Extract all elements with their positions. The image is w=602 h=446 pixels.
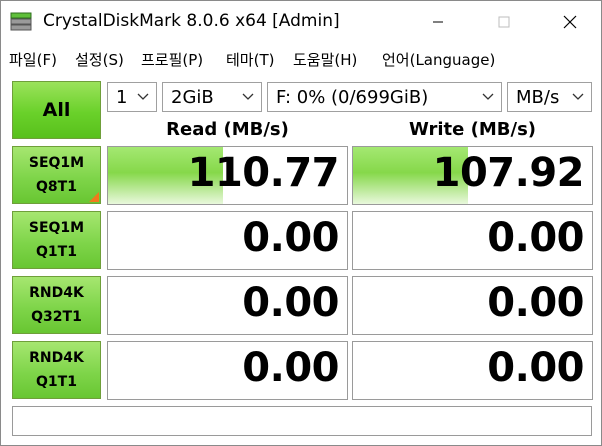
read-result-cell: 110.77: [107, 146, 348, 205]
menu-help[interactable]: 도움말(H): [293, 49, 357, 70]
window-title: CrystalDiskMark 8.0.6 x64 [Admin]: [43, 11, 340, 31]
read-result-value: 0.00: [242, 280, 339, 326]
test-size-select[interactable]: 2GiB: [162, 82, 262, 112]
write-result-cell: 107.92: [352, 146, 593, 205]
maximize-button[interactable]: [481, 1, 527, 43]
menu-settings[interactable]: 설정(S): [75, 49, 124, 70]
read-result-cell: 0.00: [107, 341, 348, 400]
selected-marker: [89, 192, 99, 202]
write-result-cell: 0.00: [352, 276, 593, 335]
test-label-line1: SEQ1M: [28, 220, 85, 236]
write-column-header: Write (MB/s): [408, 119, 537, 140]
test-count-value: 1: [116, 87, 128, 108]
drive-value: F: 0% (0/699GiB): [276, 87, 429, 108]
close-icon: [563, 15, 577, 29]
title-bar[interactable]: CrystalDiskMark 8.0.6 x64 [Admin]: [1, 1, 601, 43]
test-label-line1: RND4K: [29, 285, 84, 301]
read-column-header: Read (MB/s): [166, 119, 289, 140]
test-label-line2: Q1T1: [36, 374, 77, 390]
test-button-seq1m-q8t1[interactable]: SEQ1M Q8T1: [12, 146, 101, 204]
test-button-rnd4k-q1t1[interactable]: RND4K Q1T1: [12, 341, 101, 399]
minimize-icon: [433, 21, 443, 23]
read-result-value: 0.00: [242, 345, 339, 391]
unit-select[interactable]: MB/s: [507, 82, 592, 112]
chevron-down-icon: [137, 93, 149, 100]
menu-file[interactable]: 파일(F): [9, 49, 57, 70]
write-result-value: 0.00: [487, 345, 584, 391]
write-result-value: 107.92: [432, 150, 585, 196]
test-size-value: 2GiB: [171, 87, 214, 108]
app-disk-icon: [10, 12, 32, 31]
test-button-seq1m-q1t1[interactable]: SEQ1M Q1T1: [12, 211, 101, 269]
run-all-button[interactable]: All: [12, 81, 101, 139]
test-count-select[interactable]: 1: [107, 82, 157, 112]
test-label-line1: SEQ1M: [28, 155, 85, 171]
menu-language[interactable]: 언어(Language): [382, 49, 495, 70]
chevron-down-icon: [242, 93, 254, 100]
menu-bar: 파일(F) 설정(S) 프로필(P) 테마(T) 도움말(H) 언어(Langu…: [1, 45, 601, 71]
read-result-value: 0.00: [242, 215, 339, 261]
read-result-cell: 0.00: [107, 276, 348, 335]
unit-value: MB/s: [516, 87, 560, 108]
read-result-value: 110.77: [187, 150, 340, 196]
test-label-line2: Q32T1: [31, 309, 82, 325]
app-window: CrystalDiskMark 8.0.6 x64 [Admin] 파일(F) …: [0, 0, 602, 446]
test-label-line2: Q8T1: [36, 179, 77, 195]
test-label-line2: Q1T1: [36, 244, 77, 260]
write-result-cell: 0.00: [352, 341, 593, 400]
chevron-down-icon: [572, 93, 584, 100]
minimize-button[interactable]: [415, 1, 461, 43]
close-button[interactable]: [547, 1, 593, 43]
test-button-rnd4k-q32t1[interactable]: RND4K Q32T1: [12, 276, 101, 334]
read-result-cell: 0.00: [107, 211, 348, 270]
menu-profile[interactable]: 프로필(P): [141, 49, 203, 70]
write-result-value: 0.00: [487, 280, 584, 326]
menu-theme[interactable]: 테마(T): [226, 49, 274, 70]
write-result-cell: 0.00: [352, 211, 593, 270]
drive-select[interactable]: F: 0% (0/699GiB): [267, 82, 502, 112]
maximize-icon: [498, 16, 510, 28]
write-result-value: 0.00: [487, 215, 584, 261]
comment-field[interactable]: [12, 406, 592, 436]
test-label-line1: RND4K: [29, 350, 84, 366]
chevron-down-icon: [482, 93, 494, 100]
